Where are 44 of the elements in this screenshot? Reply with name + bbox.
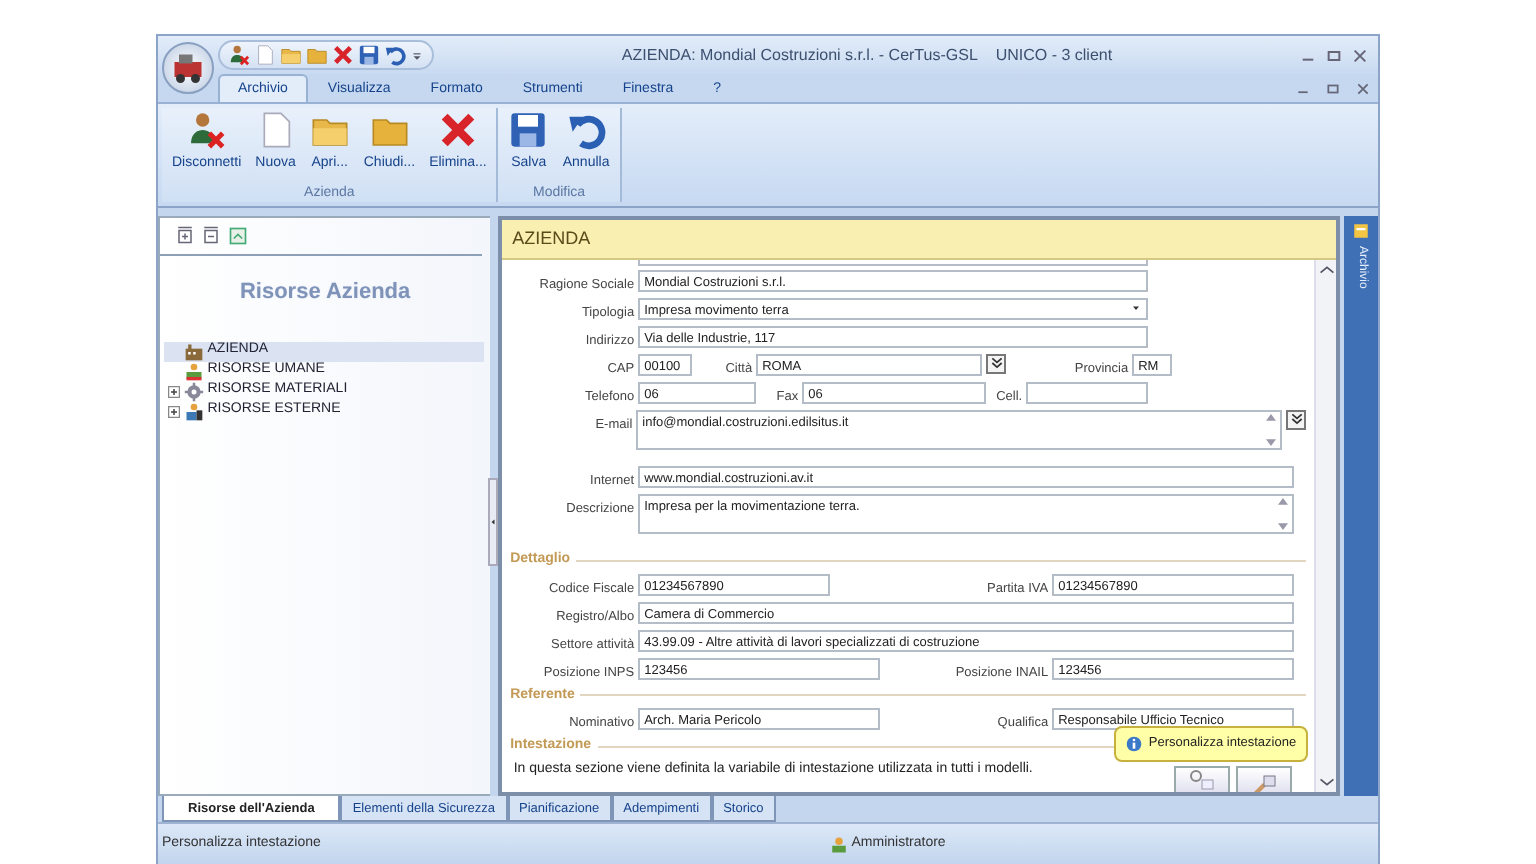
user-remove-icon[interactable] xyxy=(228,44,250,66)
scroll-arrows-icon xyxy=(1278,498,1289,530)
edit-header-button[interactable] xyxy=(1236,766,1293,792)
close-icon[interactable] xyxy=(1356,82,1370,96)
user-remove-icon xyxy=(186,110,227,150)
collapse-all-icon[interactable] xyxy=(202,226,220,244)
lookup-button[interactable] xyxy=(986,354,1007,374)
dropdown-arrow-icon xyxy=(1130,302,1143,314)
info-icon xyxy=(1126,736,1143,753)
folder-icon[interactable] xyxy=(280,44,302,66)
lookup-button[interactable] xyxy=(1286,410,1307,430)
scroll-down-icon xyxy=(1319,778,1334,786)
scroll-up-icon xyxy=(1319,266,1334,274)
truck-icon xyxy=(170,49,206,85)
maximize-icon[interactable] xyxy=(1326,82,1340,96)
save-icon[interactable] xyxy=(358,44,380,66)
archive-icon xyxy=(1352,222,1371,240)
expand-icon[interactable] xyxy=(167,385,180,397)
panel-title: Risorse Azienda xyxy=(237,278,413,308)
window-title: AZIENDA: Mondial Costruzioni s.r.l. - CerTus-GSL xyxy=(621,45,978,63)
user-icon xyxy=(830,835,848,853)
window-subtitle: UNICO - 3 client xyxy=(995,45,1113,63)
undo-icon[interactable] xyxy=(384,44,406,66)
folder-icon[interactable] xyxy=(306,44,328,66)
expand-icon[interactable] xyxy=(167,405,180,417)
export-icon[interactable] xyxy=(228,226,248,246)
input-field[interactable] xyxy=(1026,382,1149,404)
person-icon xyxy=(183,401,204,421)
save-icon xyxy=(508,110,549,150)
close-icon[interactable] xyxy=(1352,47,1368,63)
scrollbar[interactable] xyxy=(1314,260,1337,792)
delete-icon xyxy=(437,110,478,150)
form-header: AZIENDA xyxy=(502,220,1337,260)
delete-icon[interactable] xyxy=(332,44,354,66)
building-icon xyxy=(183,341,204,361)
undo-icon xyxy=(566,110,607,150)
people-icon xyxy=(183,361,204,381)
app-logo-button[interactable] xyxy=(162,41,214,93)
expand-all-icon[interactable] xyxy=(176,226,194,244)
gear-icon xyxy=(183,381,204,401)
maximize-icon[interactable] xyxy=(1326,47,1342,63)
preview-button[interactable] xyxy=(1173,766,1230,792)
scroll-arrows-icon xyxy=(1266,414,1277,446)
collapse-handle[interactable] xyxy=(488,478,499,566)
